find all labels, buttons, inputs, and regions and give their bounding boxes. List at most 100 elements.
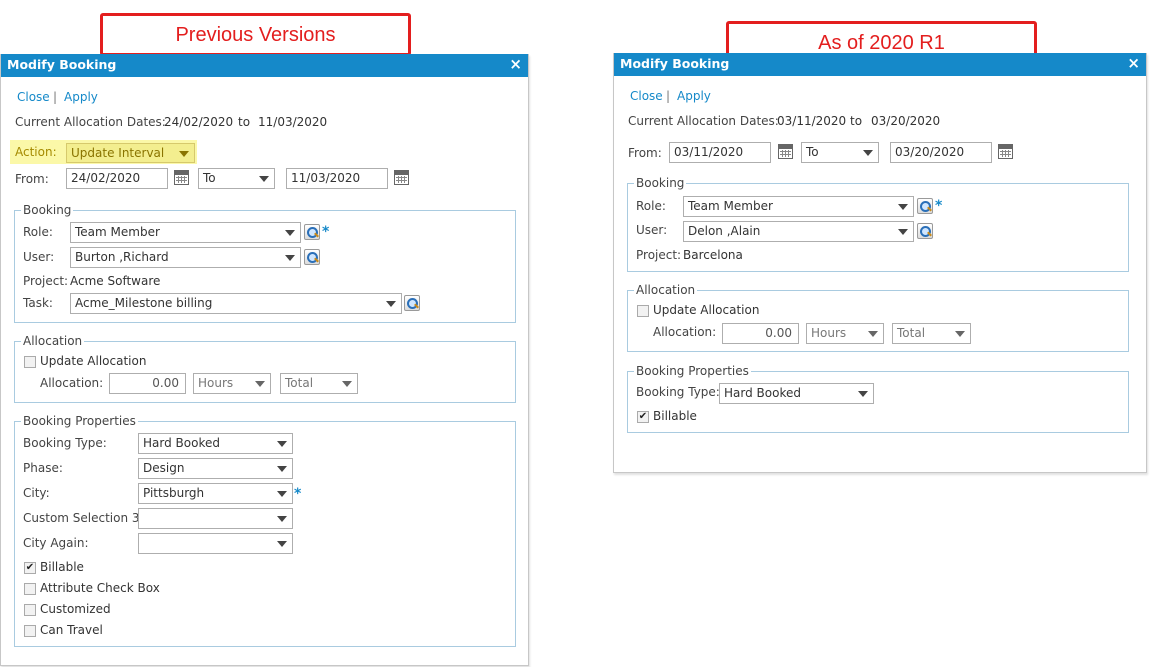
current-end-date: 03/20/2020 [871, 114, 941, 128]
custom-selection-label: Custom Selection 3: [23, 511, 144, 525]
callout-previous-versions: Previous Versions [100, 13, 411, 56]
role-label: Role: [23, 225, 53, 239]
to-date-input[interactable]: 11/03/2020 [286, 168, 388, 189]
from-date-input[interactable]: 03/11/2020 [669, 142, 771, 163]
to-date-value: 11/03/2020 [291, 171, 361, 185]
project-label: Project: [636, 248, 682, 262]
chevron-down-icon [342, 381, 352, 387]
role-select[interactable]: Team Member [683, 196, 914, 217]
allocation-type-select[interactable]: Total [892, 323, 971, 344]
booking-type-label: Booking Type: [636, 385, 720, 399]
customized-checkbox[interactable] [24, 604, 36, 616]
chevron-down-icon [868, 331, 878, 337]
customized-label: Customized [40, 602, 111, 616]
current-start-date: 24/02/2020 [164, 115, 234, 129]
chevron-down-icon [277, 441, 287, 447]
dialog-title: Modify Booking [620, 56, 730, 71]
chevron-down-icon [277, 466, 287, 472]
task-value: Acme_Milestone billing [75, 296, 213, 310]
user-select[interactable]: Burton ,Richard [70, 247, 301, 268]
search-icon[interactable] [304, 249, 320, 265]
current-dates-label: Current Allocation Dates: [628, 114, 779, 128]
close-link[interactable]: Close [630, 89, 663, 103]
action-value: Update Interval [71, 146, 165, 160]
task-label: Task: [23, 296, 53, 310]
user-value: Delon ,Alain [688, 224, 761, 238]
role-select[interactable]: Team Member [70, 222, 301, 243]
current-end-date: 11/03/2020 [258, 115, 328, 129]
close-link[interactable]: Close [17, 90, 50, 104]
to-date-input[interactable]: 03/20/2020 [890, 142, 992, 163]
from-label: From: [628, 146, 662, 160]
allocation-input[interactable]: 0.00 [722, 323, 799, 344]
chevron-down-icon [863, 150, 873, 156]
close-icon[interactable]: × [1127, 54, 1140, 72]
allocation-unit-select[interactable]: Hours [806, 323, 884, 344]
chevron-down-icon [285, 230, 295, 236]
project-value: Acme Software [70, 274, 161, 288]
billable-label: Billable [653, 409, 697, 423]
search-icon[interactable] [917, 223, 933, 239]
search-icon[interactable] [304, 224, 320, 240]
update-allocation-checkbox[interactable] [637, 305, 649, 317]
user-select[interactable]: Delon ,Alain [683, 221, 914, 242]
booking-type-label: Booking Type: [23, 436, 107, 450]
can-travel-label: Can Travel [40, 623, 103, 637]
allocation-type-value: Total [285, 376, 314, 390]
dialog-titlebar: Modify Booking × [614, 53, 1146, 76]
calendar-icon[interactable] [778, 144, 793, 159]
current-to-text: to [850, 114, 863, 128]
apply-link[interactable]: Apply [64, 90, 98, 104]
booking-type-select[interactable]: Hard Booked [138, 433, 293, 454]
calendar-icon[interactable] [998, 144, 1013, 159]
from-date-input[interactable]: 24/02/2020 [66, 168, 168, 189]
role-label: Role: [636, 199, 666, 213]
chevron-down-icon [898, 204, 908, 210]
close-icon[interactable]: × [509, 55, 522, 73]
search-icon[interactable] [917, 198, 933, 214]
allocation-unit-select[interactable]: Hours [193, 373, 271, 394]
role-value: Team Member [75, 225, 160, 239]
to-select-value: To [203, 171, 216, 185]
city-select[interactable]: Pittsburgh [138, 483, 293, 504]
billable-checkbox[interactable]: ✔ [24, 562, 36, 574]
attribute-check-box-checkbox[interactable] [24, 583, 36, 595]
chevron-down-icon [277, 516, 287, 522]
required-marker: * [322, 224, 330, 240]
calendar-icon[interactable] [394, 170, 409, 185]
can-travel-checkbox[interactable] [24, 625, 36, 637]
allocation-label: Allocation: [653, 325, 717, 339]
current-dates-label: Current Allocation Dates: [15, 115, 166, 129]
chevron-down-icon [277, 491, 287, 497]
apply-link[interactable]: Apply [677, 89, 711, 103]
user-value: Burton ,Richard [75, 250, 169, 264]
task-select[interactable]: Acme_Milestone billing [70, 293, 402, 314]
action-select[interactable]: Update Interval [66, 143, 195, 163]
modify-booking-dialog-previous: Modify Booking × Close | Apply Current A… [0, 54, 529, 666]
project-value: Barcelona [683, 248, 743, 262]
to-select[interactable]: To [198, 168, 275, 189]
role-value: Team Member [688, 199, 773, 213]
dialog-title: Modify Booking [7, 57, 117, 72]
city-again-select[interactable] [138, 533, 293, 554]
billable-checkbox[interactable]: ✔ [637, 411, 649, 423]
to-select[interactable]: To [801, 142, 879, 163]
calendar-icon[interactable] [174, 170, 189, 185]
allocation-type-select[interactable]: Total [280, 373, 358, 394]
custom-selection-select[interactable] [138, 508, 293, 529]
user-label: User: [636, 223, 668, 237]
to-select-value: To [806, 145, 819, 159]
current-start-date: 03/11/2020 [777, 114, 847, 128]
booking-type-select[interactable]: Hard Booked [719, 383, 874, 404]
billable-label: Billable [40, 560, 84, 574]
city-again-label: City Again: [23, 536, 89, 550]
chevron-down-icon [858, 391, 868, 397]
allocation-unit-value: Hours [811, 326, 847, 340]
phase-value: Design [143, 461, 185, 475]
update-allocation-checkbox[interactable] [24, 356, 36, 368]
booking-type-value: Hard Booked [143, 436, 220, 450]
chevron-down-icon [898, 229, 908, 235]
search-icon[interactable] [404, 295, 420, 311]
phase-select[interactable]: Design [138, 458, 293, 479]
allocation-input[interactable]: 0.00 [109, 373, 186, 394]
